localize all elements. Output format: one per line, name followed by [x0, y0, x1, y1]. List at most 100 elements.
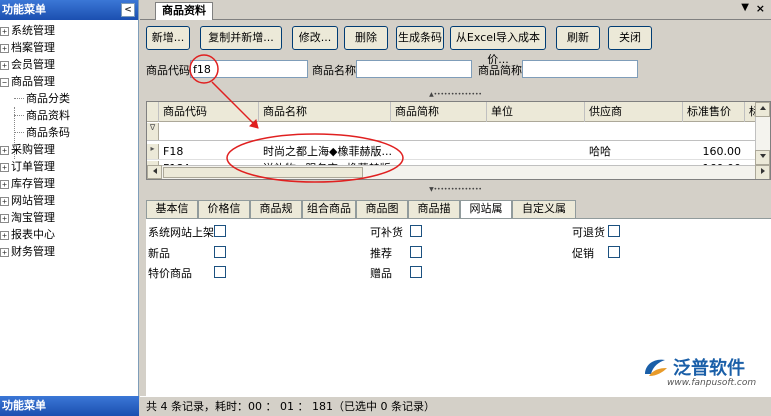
expand-icon[interactable]: +	[0, 162, 9, 172]
menu-item-goods-barcode[interactable]: 商品条码	[0, 124, 138, 141]
delete-button[interactable]: 删除	[344, 26, 388, 50]
scroll-down-icon[interactable]	[755, 150, 770, 165]
menu-item-goods-info[interactable]: 商品资料	[0, 107, 138, 124]
document-tabbar: 商品资料 ▼ ×	[140, 0, 771, 20]
menu-item-taobao[interactable]: + 淘宝管理	[0, 209, 138, 226]
tab-basic-info[interactable]: 基本信息	[146, 200, 198, 231]
edit-button[interactable]: 修改...	[292, 26, 338, 50]
tab-goods-images[interactable]: 商品图片	[356, 200, 408, 231]
prop-label: 促销	[572, 247, 594, 260]
filter-row[interactable]: ∇	[147, 123, 757, 141]
function-menu-footer[interactable]: 功能菜单	[0, 396, 139, 416]
fanpu-logo-icon	[645, 359, 667, 376]
row-header-corner	[147, 102, 159, 122]
tab-goods-info[interactable]: 商品资料	[155, 2, 213, 20]
close-icon[interactable]: ×	[756, 2, 765, 15]
expand-icon[interactable]: +	[0, 43, 9, 53]
table-row[interactable]: ▸ F18 时尚之都上海◆橡菲赫版... 哈哈 160.00	[147, 144, 757, 160]
goods-short-name-input[interactable]	[522, 60, 638, 78]
menu-item-archive[interactable]: + 档案管理	[0, 39, 138, 56]
checkbox-restockable[interactable]	[410, 225, 422, 237]
tab-goods-description[interactable]: 商品描述	[408, 200, 460, 231]
expand-icon[interactable]: +	[0, 26, 9, 36]
menu-item-label: 报表中心	[11, 228, 55, 241]
menu-item-goods[interactable]: − 商品管理	[0, 73, 138, 90]
grid-header: 商品代码 商品名称 商品简称 单位 供应商 标准售价 标	[147, 102, 770, 122]
menu-item-purchase[interactable]: + 采购管理	[0, 141, 138, 158]
tab-website-attributes[interactable]: 网站属性	[460, 200, 512, 231]
watermark-url: www.fanpusoft.com	[667, 378, 757, 388]
close-button[interactable]: 关闭	[608, 26, 652, 50]
col-unit[interactable]: 单位	[487, 102, 585, 122]
tab-menu-icon[interactable]: ▼	[741, 2, 749, 13]
horizontal-scrollbar[interactable]	[147, 165, 757, 179]
menu-item-website[interactable]: + 网站管理	[0, 192, 138, 209]
checkbox-returnable[interactable]	[608, 225, 620, 237]
menu-item-member[interactable]: + 会员管理	[0, 56, 138, 73]
generate-barcode-button[interactable]: 生成条码	[396, 26, 444, 50]
collapse-panel-button[interactable]: <	[121, 3, 135, 17]
scroll-left-icon[interactable]	[147, 165, 162, 179]
checkbox-recommended[interactable]	[410, 246, 422, 258]
goods-code-label: 商品代码	[146, 64, 190, 77]
tab-price-info[interactable]: 价格信息	[198, 200, 250, 231]
col-goods-code[interactable]: 商品代码	[159, 102, 259, 122]
checkbox-system-website-listed[interactable]	[214, 225, 226, 237]
expand-icon[interactable]: +	[0, 179, 9, 189]
menu-item-report[interactable]: + 报表中心	[0, 226, 138, 243]
col-supplier[interactable]: 供应商	[585, 102, 683, 122]
tab-goods-spec[interactable]: 商品规格	[250, 200, 302, 231]
menu-item-label: 商品条码	[26, 126, 70, 139]
menu-item-label: 财务管理	[11, 245, 55, 258]
expand-icon[interactable]: +	[0, 196, 9, 206]
expand-icon[interactable]: +	[0, 247, 9, 257]
checkbox-gift[interactable]	[410, 266, 422, 278]
menu-item-system[interactable]: + 系统管理	[0, 22, 138, 39]
menu-item-label: 库存管理	[11, 177, 55, 190]
new-button[interactable]: 新增...	[146, 26, 190, 50]
menu-item-order[interactable]: + 订单管理	[0, 158, 138, 175]
menu-item-label: 商品分类	[26, 92, 70, 105]
menu-item-label: 采购管理	[11, 143, 55, 156]
horizontal-scroll-thumb[interactable]	[163, 167, 363, 178]
collapse-icon[interactable]: −	[0, 77, 9, 87]
menu-item-label: 订单管理	[11, 160, 55, 173]
splitter-handle-lower[interactable]: ▼ • • • • • • • • • • • • • •	[410, 187, 500, 193]
vertical-scrollbar[interactable]	[755, 102, 770, 179]
import-excel-cost-button[interactable]: 从Excel导入成本价...	[450, 26, 546, 66]
prop-label: 推荐	[370, 247, 392, 260]
goods-name-input[interactable]	[356, 60, 472, 78]
prop-label: 赠品	[370, 267, 392, 280]
cell-price: 160.00	[702, 145, 742, 158]
refresh-button[interactable]: 刷新	[556, 26, 600, 50]
menu-item-label: 档案管理	[11, 41, 55, 54]
expand-icon[interactable]: +	[0, 60, 9, 70]
checkbox-promotion[interactable]	[608, 246, 620, 258]
expand-icon[interactable]: +	[0, 213, 9, 223]
expand-icon[interactable]: +	[0, 230, 9, 240]
scroll-right-icon[interactable]	[755, 165, 770, 179]
menu-item-label: 会员管理	[11, 58, 55, 71]
watermark-logo: 泛普软件 www.fanpusoft.com	[635, 354, 765, 394]
menu-item-finance[interactable]: + 财务管理	[0, 243, 138, 260]
checkbox-new[interactable]	[214, 246, 226, 258]
checkbox-special-price[interactable]	[214, 266, 226, 278]
col-standard-price[interactable]: 标准售价	[683, 102, 745, 122]
main-area: 商品资料 ▼ × 新增... 复制并新增... 修改... 删除 生成条码 从E…	[140, 0, 771, 416]
goods-code-input[interactable]	[190, 60, 308, 78]
menu-item-label: 商品管理	[11, 75, 55, 88]
scroll-up-icon[interactable]	[755, 102, 770, 117]
prop-label: 可退货	[572, 226, 605, 239]
menu-item-goods-category[interactable]: 商品分类	[0, 90, 138, 107]
menu-item-inventory[interactable]: + 库存管理	[0, 175, 138, 192]
expand-icon[interactable]: +	[0, 145, 9, 155]
tab-combo-goods[interactable]: 组合商品	[302, 200, 356, 218]
copy-new-button[interactable]: 复制并新增...	[200, 26, 282, 50]
cell-name: 时尚之都上海◆橡菲赫版...	[263, 145, 391, 158]
status-bar: 共 4 条记录，耗时：00 ： 01 ： 181（已选中 0 条记录）	[140, 396, 771, 416]
cell-code: F18	[163, 145, 184, 158]
col-goods-name[interactable]: 商品名称	[259, 102, 391, 122]
tab-custom-attributes[interactable]: 自定义属性	[512, 200, 576, 231]
splitter-handle[interactable]: ▲ • • • • • • • • • • • • • •	[410, 92, 500, 98]
col-short-name[interactable]: 商品简称	[391, 102, 487, 122]
